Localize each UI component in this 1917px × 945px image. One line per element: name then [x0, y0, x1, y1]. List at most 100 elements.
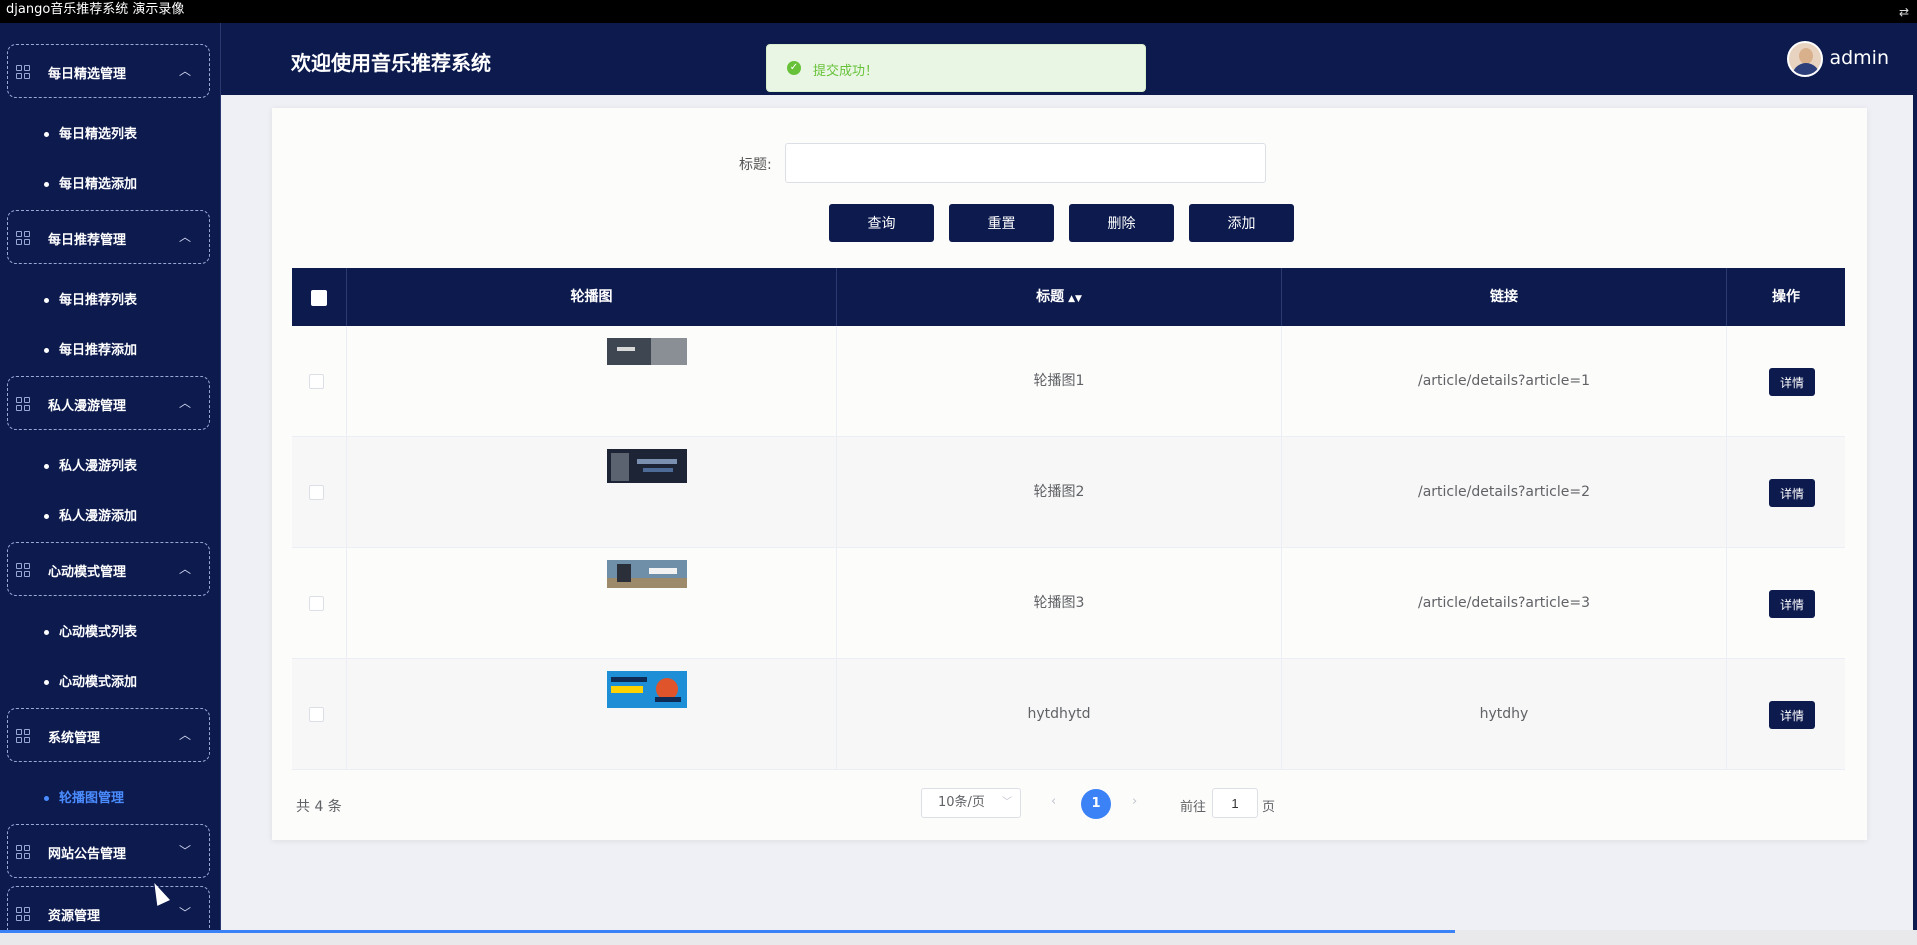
chevron-up-icon: ︿: [178, 728, 191, 742]
chevron-up-icon: ︿: [178, 562, 191, 576]
link-cell: /article/details?article=2: [1282, 437, 1727, 548]
sidebar-item-daily-selection-list[interactable]: 每日精选列表: [44, 123, 137, 142]
table-row: 轮播图2 /article/details?article=2 详情: [292, 437, 1845, 548]
detail-button[interactable]: 详情: [1769, 368, 1815, 396]
window-scrollbar[interactable]: [1913, 23, 1917, 930]
content-card: 标题: 查询 重置 删除 添加 轮播图 标题 ▲▼ 链接 操作 轮播图1 /art…: [272, 108, 1867, 840]
goto-label: 前往: [1180, 800, 1207, 815]
row-checkbox[interactable]: [309, 485, 324, 500]
bullet-icon: [44, 464, 49, 469]
banner-thumbnail[interactable]: [607, 338, 687, 365]
video-progress-fill: [0, 930, 1455, 933]
sidebar-item-private-roaming-list[interactable]: 私人漫游列表: [44, 455, 137, 474]
check-circle-icon: ✓: [787, 61, 801, 75]
column-header-action: 操作: [1772, 289, 1800, 305]
chevron-down-icon: ﹀: [1002, 797, 1012, 808]
chevron-up-icon: ︿: [178, 64, 191, 78]
sidebar-item-daily-recommend-add[interactable]: 每日推荐添加: [44, 339, 137, 358]
total-count: 共 4 条: [296, 799, 342, 815]
link-cell: hytdhy: [1282, 659, 1727, 770]
sidebar-item-label: 私人漫游列表: [59, 459, 138, 474]
sort-icon[interactable]: ▲▼: [1068, 294, 1082, 304]
sidebar-item-private-roaming-add[interactable]: 私人漫游添加: [44, 505, 137, 524]
table-row: 轮播图3 /article/details?article=3 详情: [292, 548, 1845, 659]
page-unit-label: 页: [1262, 800, 1276, 815]
bullet-icon: [44, 132, 49, 137]
table-header: 轮播图 标题 ▲▼ 链接 操作: [292, 268, 1845, 326]
grid-icon: [16, 397, 30, 411]
grid-icon: [16, 563, 30, 577]
banner-thumbnail[interactable]: [607, 560, 687, 588]
username-label[interactable]: admin: [1829, 47, 1889, 69]
add-button[interactable]: 添加: [1189, 204, 1294, 242]
query-button[interactable]: 查询: [829, 204, 934, 242]
row-checkbox[interactable]: [309, 707, 324, 722]
column-header-image: 轮播图: [347, 268, 837, 326]
select-all-checkbox[interactable]: [311, 290, 327, 306]
bullet-icon: [44, 298, 49, 303]
bullet-icon: [44, 182, 49, 187]
chevron-up-icon: ︿: [178, 230, 191, 244]
chevron-up-icon: ︿: [178, 396, 191, 410]
delete-button[interactable]: 删除: [1069, 204, 1174, 242]
toast-message: 提交成功！: [813, 64, 879, 79]
sidebar-item-banner-management[interactable]: 轮播图管理: [44, 787, 124, 806]
grid-icon: [16, 845, 30, 859]
grid-icon: [16, 907, 30, 921]
sidebar-item-label: 心动模式列表: [59, 625, 138, 640]
reset-button[interactable]: 重置: [949, 204, 1054, 242]
sidebar-item-label: 心动模式添加: [59, 675, 138, 690]
page-title: 欢迎使用音乐推荐系统: [291, 51, 491, 75]
page-size-select[interactable]: 10条/页 ﹀: [921, 788, 1021, 818]
image-cell: [347, 659, 837, 770]
next-page-icon[interactable]: ›: [1132, 794, 1137, 809]
bullet-icon: [44, 796, 49, 801]
sidebar-group-heartbeat-mode[interactable]: 心动模式管理 ︿: [7, 542, 210, 596]
sidebar-item-label: 每日精选列表: [59, 127, 138, 142]
banner-thumbnail[interactable]: [607, 671, 687, 708]
chevron-down-icon: ﹀: [178, 844, 191, 858]
sidebar-item-daily-recommend-list[interactable]: 每日推荐列表: [44, 289, 137, 308]
window-titlebar: django音乐推荐系统 演示录像 ⇄: [0, 0, 1917, 23]
window-title: django音乐推荐系统 演示录像: [6, 2, 185, 17]
sidebar-group-label: 系统管理: [48, 731, 101, 746]
sidebar-item-heartbeat-mode-list[interactable]: 心动模式列表: [44, 621, 137, 640]
sidebar-group-private-roaming[interactable]: 私人漫游管理 ︿: [7, 376, 210, 430]
checkbox-cell: [292, 326, 347, 437]
detail-button[interactable]: 详情: [1769, 479, 1815, 507]
sidebar-item-label: 轮播图管理: [59, 791, 125, 806]
sidebar-group-system[interactable]: 系统管理 ︿: [7, 708, 210, 762]
sidebar-group-label: 每日精选管理: [48, 67, 127, 82]
row-checkbox[interactable]: [309, 374, 324, 389]
row-checkbox[interactable]: [309, 596, 324, 611]
sidebar-group-resources[interactable]: 资源管理 ﹀: [7, 886, 210, 930]
window-restore-icon[interactable]: ⇄: [1899, 2, 1909, 22]
table-row: hytdhytd hytdhy 详情: [292, 659, 1845, 770]
sidebar-item-daily-selection-add[interactable]: 每日精选添加: [44, 173, 137, 192]
banner-thumbnail[interactable]: [607, 449, 687, 483]
sidebar-group-site-announcement[interactable]: 网站公告管理 ﹀: [7, 824, 210, 878]
column-header-title-label: 标题: [1036, 289, 1065, 305]
sidebar-group-daily-recommend[interactable]: 每日推荐管理 ︿: [7, 210, 210, 264]
page-number-current[interactable]: 1: [1081, 789, 1111, 819]
column-header-title[interactable]: 标题 ▲▼: [837, 268, 1282, 326]
select-all-cell: [292, 268, 347, 326]
title-search-input[interactable]: [785, 143, 1266, 183]
avatar[interactable]: [1787, 41, 1823, 77]
sidebar-item-label: 私人漫游添加: [59, 509, 138, 524]
link-cell: /article/details?article=1: [1282, 326, 1727, 437]
image-cell: [347, 437, 837, 548]
goto-page-input[interactable]: [1212, 788, 1258, 818]
video-progress-bar[interactable]: [0, 930, 1917, 945]
sidebar-group-label: 私人漫游管理: [48, 399, 127, 414]
sidebar-group-label: 网站公告管理: [48, 847, 127, 862]
detail-button[interactable]: 详情: [1769, 590, 1815, 618]
sidebar: 每日精选管理 ︿ 每日精选列表 每日精选添加 每日推荐管理 ︿ 每日推荐列表 每…: [0, 23, 221, 930]
sidebar-item-heartbeat-mode-add[interactable]: 心动模式添加: [44, 671, 137, 690]
detail-button[interactable]: 详情: [1769, 701, 1815, 729]
prev-page-icon[interactable]: ‹: [1051, 794, 1056, 809]
title-cell: 轮播图2: [837, 437, 1282, 548]
sidebar-item-label: 每日推荐列表: [59, 293, 138, 308]
title-cell: 轮播图1: [837, 326, 1282, 437]
sidebar-group-daily-selection[interactable]: 每日精选管理 ︿: [7, 44, 210, 98]
